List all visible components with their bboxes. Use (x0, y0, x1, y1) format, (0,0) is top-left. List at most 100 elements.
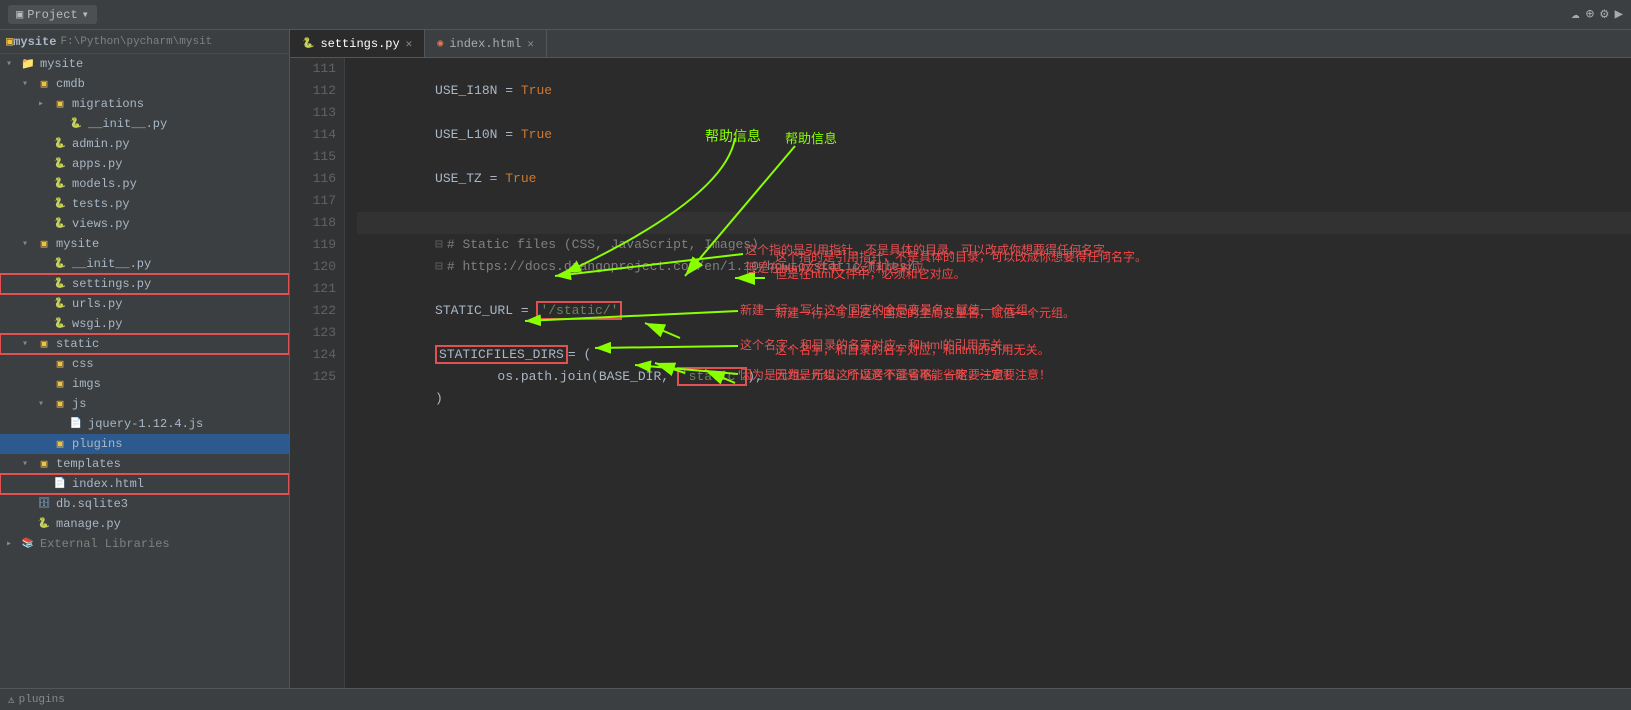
linenum-119: 119 (298, 234, 336, 256)
toolbar-icon-3[interactable]: ⚙ (1600, 6, 1608, 23)
toolbar-icon-2[interactable]: ⊕ (1586, 6, 1594, 23)
arrow-cmdb (22, 78, 34, 90)
folder-icon-migrations: ▣ (52, 96, 68, 112)
tree-item-apps[interactable]: 🐍 apps.py (0, 154, 289, 174)
tab-index-close[interactable]: ✕ (527, 37, 534, 51)
tree-item-db[interactable]: 🗄 db.sqlite3 (0, 494, 289, 514)
code-line-125: ) (357, 366, 1631, 388)
linenum-116: 116 (298, 168, 336, 190)
tree-item-settings[interactable]: 🐍 settings.py (0, 274, 289, 294)
code-line-120 (357, 256, 1631, 278)
tree-item-cmdb-init[interactable]: 🐍 __init__.py (0, 114, 289, 134)
tree-item-index-html[interactable]: 📄 index.html (0, 474, 289, 494)
tree-item-manage[interactable]: 🐍 manage.py (0, 514, 289, 534)
tree-item-cmdb[interactable]: ▣ cmdb (0, 74, 289, 94)
label-css: css (72, 357, 94, 371)
tab-settings[interactable]: 🐍 settings.py ✕ (290, 30, 425, 57)
tree-item-imgs[interactable]: ▣ imgs (0, 374, 289, 394)
tab-settings-close[interactable]: ✕ (406, 37, 413, 51)
label-jquery: jquery-1.12.4.js (88, 417, 203, 431)
code-line-111: USE_I18N = True (357, 58, 1631, 80)
label-mysite-sub: mysite (56, 237, 99, 251)
arrow-extlibs (6, 538, 18, 550)
file-tree: ▣ mysite F:\Python\pycharm\mysit 📁 mysit… (0, 30, 290, 688)
label-manage: manage.py (56, 517, 121, 531)
project-root[interactable]: ▣ mysite F:\Python\pycharm\mysit (0, 30, 289, 54)
tab-index-icon: ◉ (437, 38, 443, 50)
label-settings: settings.py (72, 277, 151, 291)
code-line-122 (357, 300, 1631, 322)
code-line-112 (357, 80, 1631, 102)
status-bar: ⚠ plugins (0, 688, 1631, 710)
code-editor[interactable]: 111 112 113 114 115 116 117 118 119 120 … (290, 58, 1631, 688)
py-icon-mysite-init: 🐍 (52, 256, 68, 272)
py-icon-manage: 🐍 (36, 516, 52, 532)
tree-item-templates[interactable]: ▣ templates (0, 454, 289, 474)
tab-settings-icon: 🐍 (302, 38, 314, 50)
folder-icon-imgs: ▣ (52, 376, 68, 392)
code-line-117 (357, 190, 1631, 212)
arrow-static (22, 338, 34, 350)
project-dropdown-icon: ▾ (82, 7, 89, 22)
main-layout: ▣ mysite F:\Python\pycharm\mysit 📁 mysit… (0, 30, 1631, 688)
toolbar-icon-4[interactable]: ▶ (1615, 6, 1623, 23)
folder-icon-cmdb: ▣ (36, 76, 52, 92)
linenum-125: 125 (298, 366, 336, 388)
folder-icon-templates: ▣ (36, 456, 52, 472)
label-db: db.sqlite3 (56, 497, 128, 511)
tree-item-extlibs[interactable]: 📚 External Libraries (0, 534, 289, 554)
folder-icon-mysite-sub: ▣ (36, 236, 52, 252)
label-urls: urls.py (72, 297, 122, 311)
label-models: models.py (72, 177, 137, 191)
code-line-121: STATIC_URL = '/static/' (357, 278, 1631, 300)
tree-item-jquery[interactable]: 📄 jquery-1.12.4.js (0, 414, 289, 434)
tree-item-tests[interactable]: 🐍 tests.py (0, 194, 289, 214)
arrow-templates (22, 458, 34, 470)
arrow-mysite-sub (22, 238, 34, 250)
py-icon-wsgi: 🐍 (52, 316, 68, 332)
tree-item-mysite-init[interactable]: 🐍 __init__.py (0, 254, 289, 274)
tree-item-models[interactable]: 🐍 models.py (0, 174, 289, 194)
tree-item-views[interactable]: 🐍 views.py (0, 214, 289, 234)
label-extlibs: External Libraries (40, 537, 170, 551)
toolbar-icon-1[interactable]: ☁ (1571, 6, 1579, 23)
project-selector[interactable]: ▣ Project ▾ (8, 5, 97, 24)
py-icon-cmdb-init: 🐍 (68, 116, 84, 132)
label-cmdb: cmdb (56, 77, 85, 91)
label-js: js (72, 397, 86, 411)
tree-item-js[interactable]: ▣ js (0, 394, 289, 414)
line-numbers: 111 112 113 114 115 116 117 118 119 120 … (290, 58, 345, 688)
tree-item-urls[interactable]: 🐍 urls.py (0, 294, 289, 314)
code-line-124: os.path.join(BASE_DIR, 'static'), (357, 344, 1631, 366)
tab-index[interactable]: ◉ index.html ✕ (425, 30, 547, 57)
folder-icon-mysite: 📁 (20, 56, 36, 72)
py-icon-views: 🐍 (52, 216, 68, 232)
code-line-123: STATICFILES_DIRS= ( (357, 322, 1631, 344)
code-line-113: USE_L10N = True (357, 102, 1631, 124)
tree-item-plugins[interactable]: ▣ plugins (0, 434, 289, 454)
linenum-113: 113 (298, 102, 336, 124)
tree-item-mysite-root[interactable]: 📁 mysite (0, 54, 289, 74)
label-cmdb-init: __init__.py (88, 117, 167, 131)
linenum-123: 123 (298, 322, 336, 344)
label-plugins: plugins (72, 437, 122, 451)
html-file-icon: 📄 (52, 476, 68, 492)
tree-item-migrations[interactable]: ▣ migrations (0, 94, 289, 114)
linenum-115: 115 (298, 146, 336, 168)
linenum-114: 114 (298, 124, 336, 146)
py-icon-models: 🐍 (52, 176, 68, 192)
tree-item-css[interactable]: ▣ css (0, 354, 289, 374)
code-line-115: USE_TZ = True (357, 146, 1631, 168)
py-icon-admin: 🐍 (52, 136, 68, 152)
project-icon: ▣ (16, 7, 23, 22)
top-bar: ▣ Project ▾ ☁ ⊕ ⚙ ▶ (0, 0, 1631, 30)
label-mysite-init: __init__.py (72, 257, 151, 271)
js-file-icon: 📄 (68, 416, 84, 432)
tree-item-static[interactable]: ▣ static (0, 334, 289, 354)
tree-item-admin[interactable]: 🐍 admin.py (0, 134, 289, 154)
folder-icon-static: ▣ (36, 336, 52, 352)
project-label: Project (27, 8, 77, 22)
tree-item-wsgi[interactable]: 🐍 wsgi.py (0, 314, 289, 334)
tree-item-mysite-sub[interactable]: ▣ mysite (0, 234, 289, 254)
label-migrations: migrations (72, 97, 144, 111)
